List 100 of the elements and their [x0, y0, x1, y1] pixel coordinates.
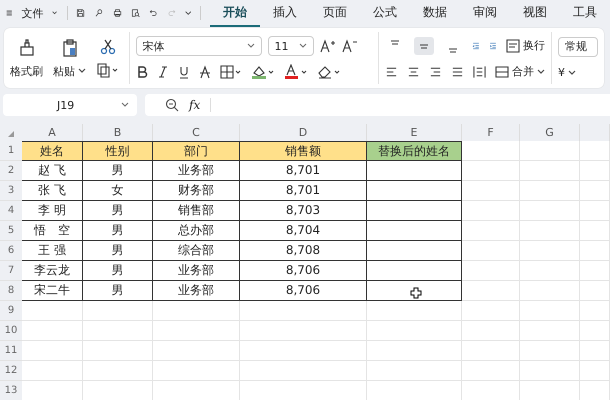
header-cell: 销售额	[240, 141, 367, 161]
font-size-dropdown[interactable]: 11	[268, 36, 314, 56]
caret-icon	[298, 43, 307, 49]
column-header[interactable]: G	[520, 124, 580, 141]
ribbon-tab[interactable]: 数据	[410, 0, 460, 26]
table-cell: 男	[83, 281, 153, 301]
row-header[interactable]: 1	[0, 141, 22, 161]
italic-icon[interactable]	[156, 65, 169, 79]
empty-cell	[520, 181, 580, 201]
wrap-text-button[interactable]: 换行	[506, 38, 545, 54]
font-name-dropdown[interactable]: 宋体	[136, 36, 262, 56]
empty-cell	[83, 321, 153, 341]
row-header[interactable]: 12	[0, 361, 22, 381]
bold-icon[interactable]	[136, 65, 148, 79]
empty-cell	[462, 301, 520, 321]
format-painter-button[interactable]: 格式刷	[10, 38, 43, 78]
copy-icon[interactable]	[96, 62, 120, 78]
table-cell: 李 明	[22, 201, 83, 221]
table-cell: 业务部	[153, 261, 240, 281]
merge-cells-button[interactable]: 合并	[495, 64, 545, 80]
distributed-align-icon[interactable]	[473, 64, 486, 79]
table-cell: 财务部	[153, 181, 240, 201]
ribbon-tab[interactable]: 工具	[560, 0, 610, 26]
empty-cell	[580, 181, 610, 201]
empty-cell	[462, 161, 520, 181]
paste-button[interactable]: 粘贴	[53, 38, 86, 78]
strikethrough-icon[interactable]	[198, 65, 211, 79]
empty-cell	[462, 261, 520, 281]
row-header[interactable]: 9	[0, 301, 22, 321]
empty-cell	[580, 321, 610, 341]
align-bottom-icon	[446, 48, 460, 53]
increase-font-icon[interactable]	[320, 38, 336, 54]
empty-cell	[462, 281, 520, 301]
fill-color-icon[interactable]	[250, 64, 275, 80]
table-cell: 8,706	[240, 261, 367, 281]
empty-cell	[580, 221, 610, 241]
caret-icon[interactable]	[184, 10, 192, 16]
caret-icon	[568, 70, 576, 76]
empty-cell	[580, 301, 610, 321]
row-header[interactable]: 7	[0, 261, 22, 281]
empty-cell	[83, 361, 153, 381]
empty-cell	[520, 341, 580, 361]
row-header[interactable]: 11	[0, 341, 22, 361]
row-header[interactable]: 4	[0, 201, 22, 221]
table-cell: 男	[83, 261, 153, 281]
row-header[interactable]: 13	[0, 381, 22, 400]
column-header[interactable]: F	[462, 124, 520, 141]
caret-icon	[537, 68, 545, 75]
name-box[interactable]: J19	[3, 94, 137, 116]
table-cell: 8,701	[240, 181, 367, 201]
empty-cell	[520, 201, 580, 221]
function-button[interactable]: fx	[189, 98, 200, 112]
table-cell: 8,703	[240, 201, 367, 221]
align-middle-icon	[417, 44, 431, 49]
row-header[interactable]: 3	[0, 181, 22, 201]
ribbon-tab[interactable]: 审阅	[460, 0, 510, 26]
header-cell: 部门	[153, 141, 240, 161]
ribbon-tab[interactable]: 视图	[510, 0, 560, 26]
table-cell: 综合部	[153, 241, 240, 261]
borders-icon[interactable]	[220, 65, 242, 79]
ribbon-tab[interactable]: 公式	[360, 0, 410, 26]
decrease-font-icon[interactable]	[342, 38, 358, 54]
table-cell: 男	[83, 201, 153, 221]
row-header[interactable]: 6	[0, 241, 22, 261]
row-header[interactable]: 10	[0, 321, 22, 341]
caret-icon	[78, 68, 86, 74]
number-format-dropdown[interactable]: 常规	[558, 36, 598, 57]
empty-cell	[83, 301, 153, 321]
underline-icon[interactable]	[178, 65, 190, 79]
eraser-icon[interactable]	[316, 64, 341, 80]
cut-icon[interactable]	[99, 38, 117, 56]
row-header[interactable]: 8	[0, 281, 22, 301]
table-cell: 男	[83, 241, 153, 261]
font-color-icon[interactable]	[284, 64, 308, 80]
table-cell: 8,708	[240, 241, 367, 261]
ribbon-tab[interactable]: 插入	[260, 0, 310, 26]
formula-field[interactable]: fx	[145, 94, 610, 116]
empty-cell	[520, 221, 580, 241]
currency-format-button[interactable]: ¥	[558, 66, 598, 80]
row-header[interactable]: 2	[0, 161, 22, 181]
empty-cell	[520, 321, 580, 341]
row-header[interactable]: 5	[0, 221, 22, 241]
empty-cell	[462, 341, 520, 361]
table-cell: 销售部	[153, 201, 240, 221]
vertical-align-button[interactable]	[414, 36, 434, 55]
table-cell: 男	[83, 221, 153, 241]
ribbon-tab[interactable]: 页面	[310, 0, 360, 26]
header-cell: 姓名	[22, 141, 83, 161]
empty-cell	[462, 241, 520, 261]
menu-icon[interactable]	[6, 8, 12, 18]
table-cell: 业务部	[153, 281, 240, 301]
move-cursor-icon	[410, 287, 422, 299]
empty-cell	[520, 241, 580, 261]
caret-icon	[121, 102, 129, 108]
table-cell: 赵 飞	[22, 161, 83, 181]
file-menu[interactable]: 文件	[21, 6, 44, 20]
zoom-icon[interactable]	[165, 98, 179, 112]
caret-icon[interactable]	[52, 10, 58, 16]
empty-cell	[462, 221, 520, 241]
empty-cell	[580, 261, 610, 281]
